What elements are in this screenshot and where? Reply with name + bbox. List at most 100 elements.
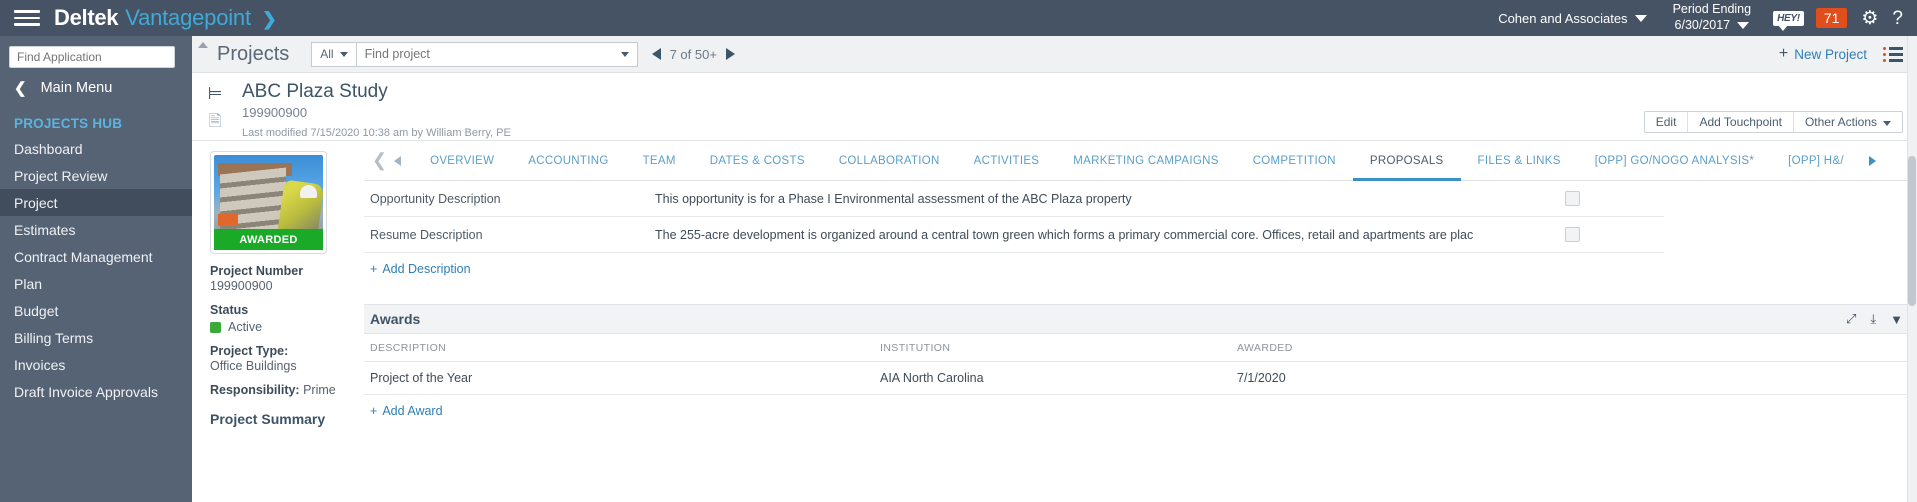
awarded-badge: AWARDED <box>214 229 323 250</box>
help-icon[interactable]: ? <box>1892 9 1903 28</box>
edit-button[interactable]: Edit <box>1645 112 1688 132</box>
new-project-button[interactable]: + New Project <box>1779 45 1867 63</box>
sidebar-item-contract-management[interactable]: Contract Management <box>0 243 192 270</box>
expand-icon[interactable]: ⤢ <box>1846 311 1856 327</box>
tab-marketing-campaigns[interactable]: MARKETING CAMPAIGNS <box>1056 141 1235 181</box>
responsibility-value: Prime <box>303 383 336 397</box>
period-ending-value: 6/30/2017 <box>1674 18 1731 32</box>
pager-text: 7 of 50+ <box>669 46 717 62</box>
sidebar-item-project-review[interactable]: Project Review <box>0 162 192 189</box>
other-actions-button[interactable]: Other Actions <box>1792 112 1902 132</box>
tab-collaboration[interactable]: COLLABORATION <box>822 141 957 181</box>
responsibility-label: Responsibility: Prime <box>210 383 336 397</box>
gear-icon[interactable]: ⚙ <box>1861 9 1878 28</box>
download-icon[interactable]: ⤓ <box>1870 311 1876 327</box>
add-award-label: Add Award <box>382 404 443 418</box>
tab-files-links[interactable]: FILES & LINKS <box>1461 141 1578 181</box>
project-identity: ABC Plaza Study 199900900 Last modified … <box>238 81 511 140</box>
sidebar-item-plan[interactable]: Plan <box>0 270 192 297</box>
hey-speech-bubble-icon[interactable]: HEY! <box>1773 10 1804 31</box>
period-ending-selector[interactable]: Period Ending 6/30/2017 <box>1673 2 1752 33</box>
project-thumbnail[interactable]: AWARDED <box>210 151 327 254</box>
tab-proposals[interactable]: PROPOSALS <box>1352 141 1461 181</box>
project-summary-heading[interactable]: Project Summary <box>210 411 364 427</box>
find-project-field[interactable] <box>355 41 638 67</box>
tabs-collapse-icon[interactable]: ❮ <box>364 150 394 171</box>
add-description-button[interactable]: + Add Description <box>364 253 1917 276</box>
awards-title: Awards <box>370 311 421 327</box>
column-header-description: DESCRIPTION <box>370 341 447 354</box>
search-filter-dropdown[interactable]: All <box>311 41 356 67</box>
chevron-down-icon <box>1737 22 1750 30</box>
top-bar-right-group: Cohen and Associates Period Ending 6/30/… <box>1498 2 1917 33</box>
column-header-institution: INSTITUTION <box>880 341 951 354</box>
project-type-label: Project Type: <box>210 344 289 358</box>
vertical-scrollbar[interactable] <box>1907 36 1917 502</box>
find-application-input[interactable] <box>9 46 175 68</box>
brand-chevron-icon[interactable]: ❯ <box>262 9 277 30</box>
hierarchy-icon[interactable]: ⊨ <box>208 85 223 102</box>
award-institution: AIA North Carolina <box>880 371 984 385</box>
sidebar-item-invoices[interactable]: Invoices <box>0 351 192 378</box>
filter-icon[interactable]: ▼ <box>1890 312 1903 327</box>
chevron-down-icon[interactable] <box>620 51 629 57</box>
main-content: Projects All 7 of 50+ + New Project <box>192 36 1917 502</box>
company-selector[interactable]: Cohen and Associates <box>1498 10 1647 26</box>
sidebar-item-draft-invoice-approvals[interactable]: Draft Invoice Approvals <box>0 378 192 405</box>
descriptions-table: Opportunity Description This opportunity … <box>364 181 1664 253</box>
collapse-panel-icon[interactable] <box>198 42 208 48</box>
document-icon[interactable]: 🗎 <box>209 114 222 130</box>
notification-count-badge[interactable]: 71 <box>1815 8 1848 28</box>
tab-opp-go-nogo-analysis[interactable]: [OPP] GO/NOGO ANALYSIS* <box>1578 141 1771 181</box>
sidebar-item-dashboard[interactable]: Dashboard <box>0 135 192 162</box>
main-menu-back-button[interactable]: ❮ Main Menu <box>0 68 192 108</box>
sidebar-item-project[interactable]: Project <box>0 189 192 216</box>
company-label: Cohen and Associates <box>1498 10 1628 26</box>
project-name: ABC Plaza Study <box>242 81 388 102</box>
projects-toolbar: Projects All 7 of 50+ + New Project <box>192 36 1917 73</box>
status-label: Status <box>210 303 249 317</box>
tab-opp-h[interactable]: [OPP] H&/ <box>1771 141 1861 181</box>
tab-dates-costs[interactable]: DATES & COSTS <box>693 141 822 181</box>
tab-team[interactable]: TEAM <box>626 141 693 181</box>
list-view-icon[interactable] <box>1883 46 1903 62</box>
project-body: AWARDED Project Number 199900900 Status … <box>192 141 1917 501</box>
next-record-icon[interactable] <box>725 48 735 60</box>
awards-section-header: Awards ⤢ ⤓ ▼ <box>364 304 1917 334</box>
sidebar-item-budget[interactable]: Budget <box>0 297 192 324</box>
project-detail-panel: ❮ OVERVIEW ACCOUNTING TEAM DATES & COSTS COL… <box>364 141 1917 501</box>
awards-section-icons: ⤢ ⤓ ▼ <box>1846 311 1903 327</box>
sidebar-item-billing-terms[interactable]: Billing Terms <box>0 324 192 351</box>
brand-vantagepoint-text: Vantagepoint <box>125 5 251 30</box>
description-label: Resume Description <box>370 227 483 242</box>
tab-overview[interactable]: OVERVIEW <box>413 141 511 181</box>
page-title: Projects <box>217 42 290 65</box>
description-row: Resume Description The 255-acre developme… <box>364 217 1664 253</box>
add-touchpoint-button[interactable]: Add Touchpoint <box>1687 112 1793 132</box>
table-row[interactable]: Project of the Year AIA North Carolina 7/1… <box>364 362 1917 395</box>
award-date: 7/1/2020 <box>1237 371 1286 385</box>
project-tabs: ❮ OVERVIEW ACCOUNTING TEAM DATES & COSTS COL… <box>364 141 1917 181</box>
hamburger-menu-icon[interactable] <box>14 8 40 28</box>
tab-accounting[interactable]: ACCOUNTING <box>511 141 625 181</box>
chevron-down-icon <box>339 51 348 57</box>
proposals-tab-content: Opportunity Description This opportunity … <box>364 181 1917 501</box>
sidebar-item-estimates[interactable]: Estimates <box>0 216 192 243</box>
status-color-swatch <box>210 321 221 333</box>
find-project-input[interactable] <box>364 47 605 61</box>
tabs-scroll-left-icon[interactable] <box>394 155 402 166</box>
add-description-label: Add Description <box>382 262 471 276</box>
add-award-button[interactable]: + Add Award <box>364 395 1917 418</box>
last-modified-text: Last modified 7/15/2020 10:38 am by Will… <box>242 127 511 139</box>
scrollbar-thumb[interactable] <box>1908 156 1916 306</box>
previous-record-icon[interactable] <box>651 48 661 60</box>
tab-activities[interactable]: ACTIVITIES <box>957 141 1057 181</box>
description-checkbox[interactable] <box>1565 191 1580 206</box>
tabs-scroll-right-icon[interactable] <box>1868 155 1876 166</box>
tab-competition[interactable]: COMPETITION <box>1236 141 1353 181</box>
main-menu-label: Main Menu <box>40 80 113 96</box>
description-checkbox[interactable] <box>1565 227 1580 242</box>
plus-icon: + <box>1778 45 1789 62</box>
projects-hub-heading: PROJECTS HUB <box>14 116 123 131</box>
record-pager: 7 of 50+ <box>651 46 735 62</box>
